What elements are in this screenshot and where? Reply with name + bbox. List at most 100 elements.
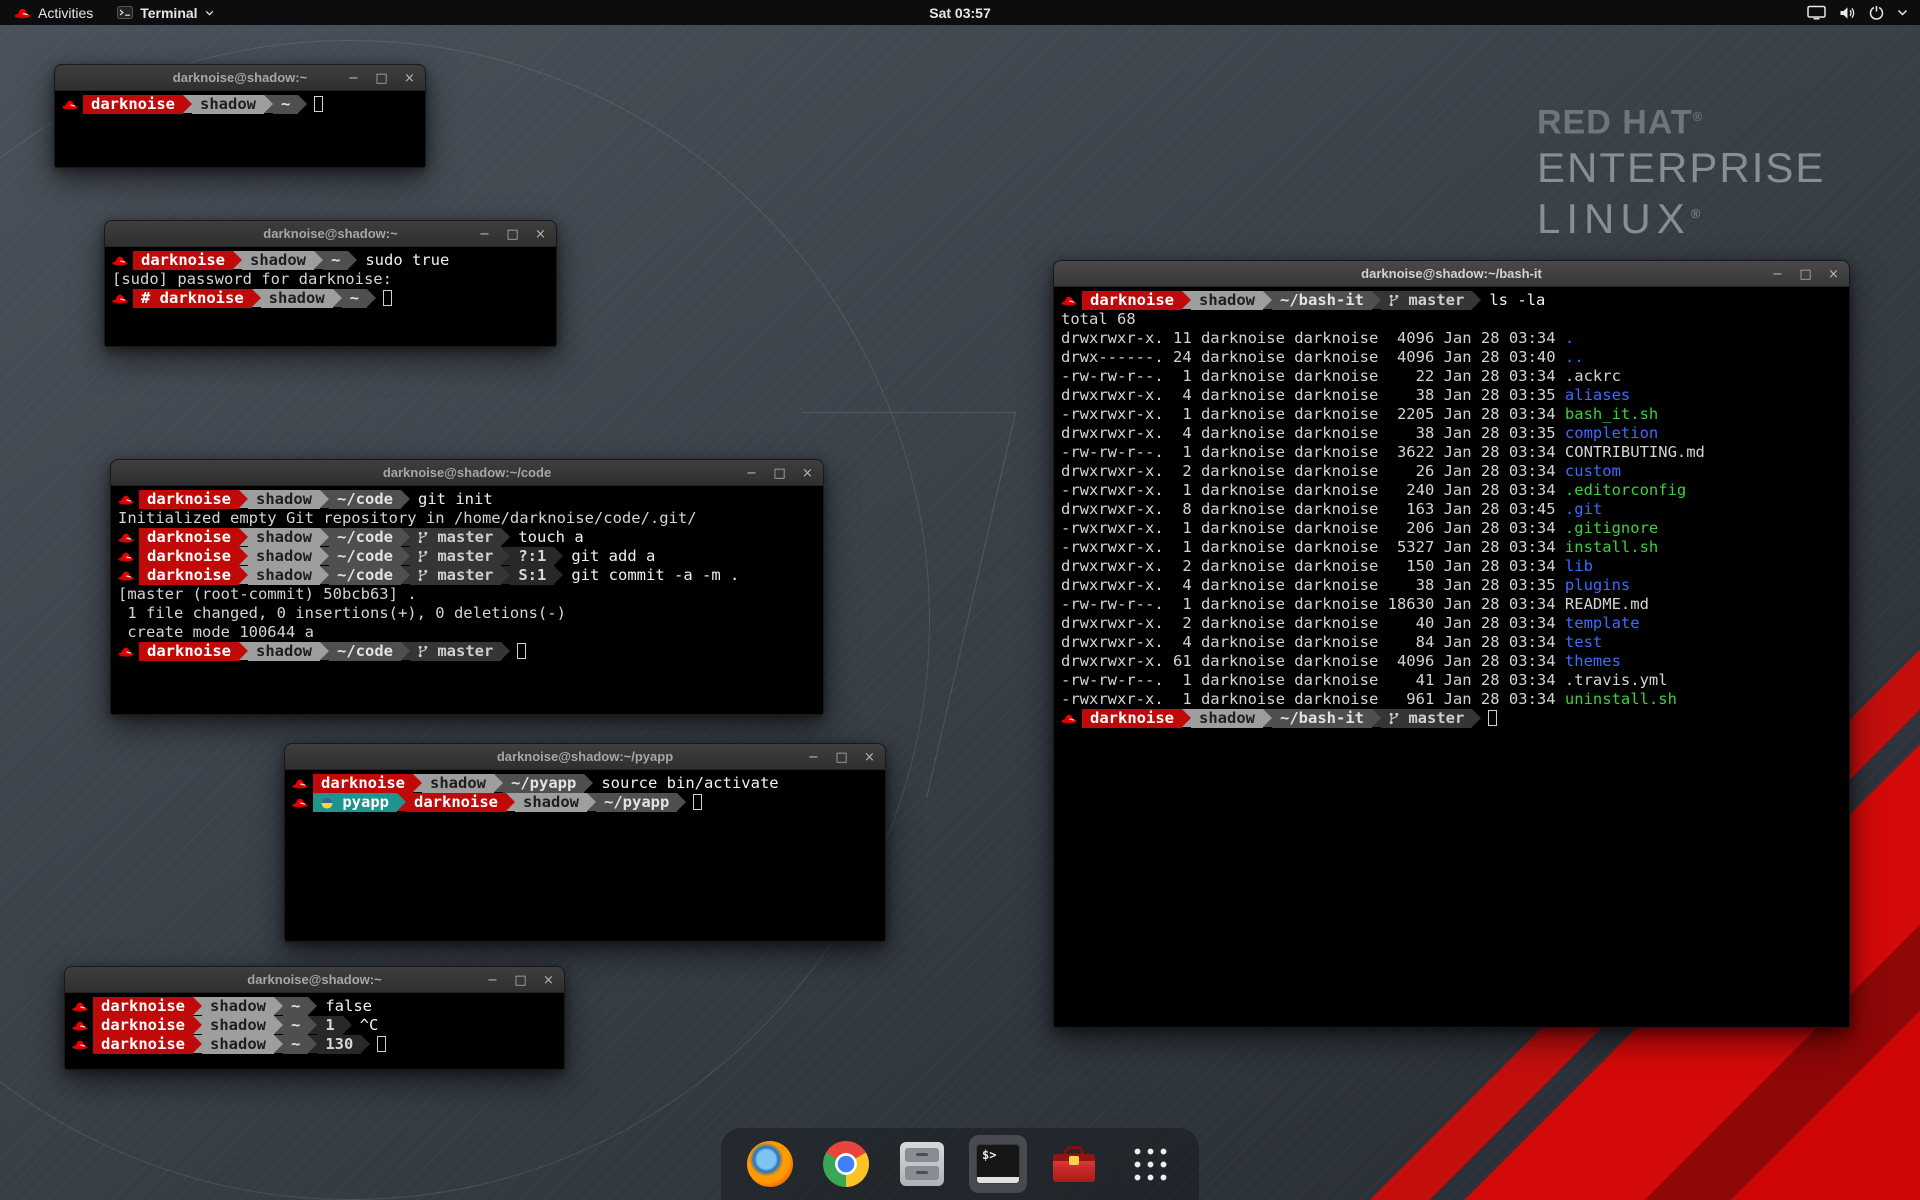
terminal-cursor bbox=[377, 1036, 386, 1052]
terminal-window-bash-it[interactable]: darknoise@shadow:~/bash-it − □ × darknoi… bbox=[1053, 260, 1850, 1028]
terminal-text: test bbox=[1565, 633, 1602, 651]
terminal-text: drwxrwxr-x. 11 darknoise darknoise 4096 … bbox=[1061, 329, 1565, 347]
powerline-separator bbox=[308, 997, 317, 1015]
prompt-segment-stat: 130 bbox=[317, 1035, 361, 1054]
terminal-icon[interactable]: $> bbox=[973, 1139, 1023, 1189]
window-titlebar[interactable]: darknoise@shadow:~/code − □ × bbox=[111, 460, 823, 486]
powerline-separator bbox=[239, 642, 248, 660]
window-titlebar[interactable]: darknoise@shadow:~/pyapp − □ × bbox=[285, 744, 885, 770]
display-icon[interactable] bbox=[1807, 5, 1826, 20]
terminal-text: .git bbox=[1565, 500, 1602, 518]
terminal-text: git commit -a -m . bbox=[563, 566, 739, 584]
terminal-text: git add a bbox=[563, 547, 655, 565]
prompt-segment-user: darknoise bbox=[93, 1035, 193, 1054]
powerline-separator bbox=[501, 547, 510, 565]
terminal-line: -rwxrwxr-x. 1 darknoise darknoise 206 Ja… bbox=[1061, 519, 1842, 538]
powerline-separator bbox=[264, 95, 273, 113]
maximize-button[interactable]: □ bbox=[1799, 268, 1812, 281]
terminal-window-4[interactable]: darknoise@shadow:~/pyapp − □ × darknoise… bbox=[284, 743, 886, 942]
terminal-line: -rw-rw-r--. 1 darknoise darknoise 41 Jan… bbox=[1061, 671, 1842, 690]
powerline-separator bbox=[252, 289, 261, 307]
prompt-segment-user: # darknoise bbox=[133, 289, 252, 308]
terminal-content[interactable]: darknoiseshadow~/pyappsource bin/activat… bbox=[285, 770, 885, 941]
terminal-line: -rwxrwxr-x. 1 darknoise darknoise 961 Ja… bbox=[1061, 690, 1842, 709]
prompt-segment-stat: ?:1 bbox=[510, 547, 554, 566]
terminal-window-2[interactable]: darknoise@shadow:~ − □ × darknoiseshadow… bbox=[104, 220, 557, 347]
powerline-separator bbox=[274, 997, 283, 1015]
close-button[interactable]: × bbox=[1827, 268, 1840, 281]
close-button[interactable]: × bbox=[542, 974, 555, 987]
terminal-content[interactable]: darknoiseshadow~sudo true[sudo] password… bbox=[105, 247, 556, 346]
maximize-button[interactable]: □ bbox=[375, 72, 388, 85]
powerline-separator bbox=[1472, 291, 1481, 309]
terminal-window-3[interactable]: darknoise@shadow:~/code − □ × darknoises… bbox=[110, 459, 824, 715]
redhat-prompt-icon bbox=[118, 566, 137, 585]
terminal-text: -rw-rw-r--. 1 darknoise darknoise 18630 … bbox=[1061, 595, 1649, 613]
terminal-text: .editorconfig bbox=[1565, 481, 1686, 499]
minimize-button[interactable]: − bbox=[807, 751, 820, 764]
powerline-separator bbox=[1263, 709, 1272, 727]
close-button[interactable]: × bbox=[863, 751, 876, 764]
powerline-separator bbox=[1182, 291, 1191, 309]
terminal-text: source bin/activate bbox=[593, 774, 778, 792]
terminal-content[interactable]: darknoiseshadow~/codegit initInitialized… bbox=[111, 486, 823, 714]
prompt-segment-host: shadow bbox=[422, 774, 494, 793]
prompt-segment-path: ~ bbox=[342, 289, 367, 308]
minimize-button[interactable]: − bbox=[478, 228, 491, 241]
terminal-content[interactable]: darknoiseshadow~falsedarknoiseshadow~1^C… bbox=[65, 993, 564, 1069]
redhat-prompt-icon bbox=[118, 490, 137, 509]
maximize-button[interactable]: □ bbox=[506, 228, 519, 241]
prompt-segment-host: shadow bbox=[1191, 709, 1263, 728]
window-titlebar[interactable]: darknoise@shadow:~ − □ × bbox=[65, 967, 564, 993]
redhat-prompt-icon bbox=[292, 774, 311, 793]
prompt-segment-host: shadow bbox=[192, 95, 264, 114]
terminal-text: -rwxrwxr-x. 1 darknoise darknoise 2205 J… bbox=[1061, 405, 1565, 423]
system-status-area[interactable] bbox=[1801, 0, 1914, 25]
terminal-window-5[interactable]: darknoise@shadow:~ − □ × darknoiseshadow… bbox=[64, 966, 565, 1070]
activities-button[interactable]: Activities bbox=[10, 0, 97, 25]
terminal-line: drwxrwxr-x. 61 darknoise darknoise 4096 … bbox=[1061, 652, 1842, 671]
window-titlebar[interactable]: darknoise@shadow:~ − □ × bbox=[55, 65, 425, 91]
redhat-prompt-icon bbox=[118, 528, 137, 547]
terminal-content[interactable]: darknoiseshadow~ bbox=[55, 91, 425, 167]
terminal-window-1[interactable]: darknoise@shadow:~ − □ × darknoiseshadow… bbox=[54, 64, 426, 168]
minimize-button[interactable]: − bbox=[486, 974, 499, 987]
terminal-line: darknoiseshadow~/codegit init bbox=[118, 490, 816, 509]
close-button[interactable]: × bbox=[534, 228, 547, 241]
chevron-down-icon[interactable] bbox=[1897, 9, 1908, 16]
app-grid-icon[interactable] bbox=[1125, 1139, 1175, 1189]
powerline-separator bbox=[239, 490, 248, 508]
prompt-segment-path: ~/code bbox=[329, 642, 401, 661]
terminal-icon-bar bbox=[977, 1177, 1019, 1183]
minimize-button[interactable]: − bbox=[347, 72, 360, 85]
prompt-segment-path: ~ bbox=[283, 1035, 308, 1054]
toolbox-icon[interactable] bbox=[1049, 1139, 1099, 1189]
prompt-segment-git: master bbox=[410, 642, 501, 661]
close-button[interactable]: × bbox=[403, 72, 416, 85]
maximize-button[interactable]: □ bbox=[514, 974, 527, 987]
prompt-segment-user: darknoise bbox=[93, 997, 193, 1016]
window-titlebar[interactable]: darknoise@shadow:~ − □ × bbox=[105, 221, 556, 247]
terminal-text: touch a bbox=[510, 528, 583, 546]
minimize-button[interactable]: − bbox=[1771, 268, 1784, 281]
toolbox-icon-art bbox=[1053, 1146, 1095, 1182]
terminal-text: -rw-rw-r--. 1 darknoise darknoise 3622 J… bbox=[1061, 443, 1705, 461]
powerline-separator bbox=[239, 528, 248, 546]
firefox-icon[interactable] bbox=[745, 1139, 795, 1189]
minimize-button[interactable]: − bbox=[745, 467, 758, 480]
clock[interactable]: Sat 03:57 bbox=[929, 5, 990, 21]
app-menu-terminal[interactable]: Terminal bbox=[113, 0, 217, 25]
powerline-separator bbox=[584, 774, 593, 792]
powerline-separator bbox=[239, 566, 248, 584]
maximize-button[interactable]: □ bbox=[773, 467, 786, 480]
terminal-line: -rw-rw-r--. 1 darknoise darknoise 22 Jan… bbox=[1061, 367, 1842, 386]
window-titlebar[interactable]: darknoise@shadow:~/bash-it − □ × bbox=[1054, 261, 1849, 287]
files-icon[interactable] bbox=[897, 1139, 947, 1189]
power-icon[interactable] bbox=[1869, 5, 1884, 20]
maximize-button[interactable]: □ bbox=[835, 751, 848, 764]
volume-icon[interactable] bbox=[1839, 6, 1856, 20]
terminal-content[interactable]: darknoiseshadow~/bash-it masterls -latot… bbox=[1054, 287, 1849, 1027]
close-button[interactable]: × bbox=[801, 467, 814, 480]
chrome-icon[interactable] bbox=[821, 1139, 871, 1189]
prompt-segment-user: darknoise bbox=[139, 642, 239, 661]
